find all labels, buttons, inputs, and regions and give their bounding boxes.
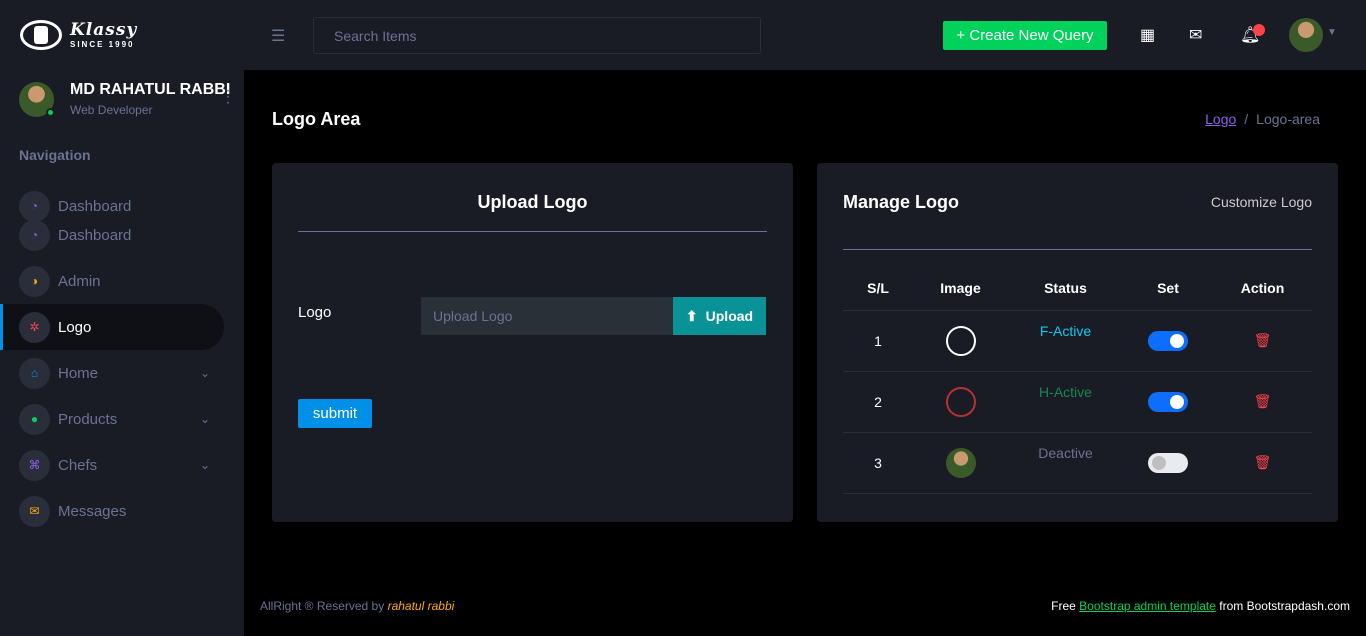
admin-icon: ◑: [19, 265, 50, 297]
chevron-down-icon: ⌄: [199, 412, 210, 426]
trash-icon[interactable]: 🗑︎: [1254, 393, 1272, 409]
sidebar-item-admin[interactable]: ◑ Admin: [0, 258, 224, 304]
row-sl: 2: [843, 371, 913, 433]
notification-badge: [1253, 24, 1265, 36]
column-header-set: Set: [1123, 267, 1213, 311]
manage-logo-card: Manage Logo Customize Logo S/L Image Sta…: [817, 163, 1338, 522]
sidebar-item-label: Admin: [58, 272, 101, 290]
breadcrumb-current: Logo-area: [1256, 111, 1320, 127]
search-input[interactable]: [313, 17, 761, 54]
brand-since: SINCE 1990: [70, 39, 135, 49]
table-row: 1 F-Active 🗑︎: [843, 310, 1312, 372]
column-header-sl: S/L: [843, 267, 913, 311]
online-status-dot: [46, 108, 55, 117]
grid-icon[interactable]: ▦: [1140, 25, 1155, 45]
sidebar-item-label: Home: [58, 364, 99, 382]
sidebar-item-label: Products: [58, 410, 118, 428]
speedometer-icon: ◔: [19, 219, 50, 251]
chevron-down-icon: ⌄: [199, 458, 210, 472]
upload-button-label: Upload: [705, 308, 754, 324]
more-vertical-icon[interactable]: · · ·: [223, 83, 233, 111]
customize-logo-link[interactable]: Customize Logo: [1211, 194, 1312, 210]
sidebar-profile: MD RAHATUL RABBI Web Developer · · ·: [19, 81, 239, 122]
table-row: 3 Deactive 🗑︎: [843, 432, 1312, 494]
mail-icon[interactable]: ✉: [1189, 25, 1202, 45]
chefs-icon: ⌘: [19, 449, 50, 481]
sidebar-item-dashboard-2[interactable]: ◔ Dashboard: [0, 212, 224, 258]
row-sl: 3: [843, 432, 913, 494]
sidebar-item-chefs[interactable]: ⌘ Chefs ⌄: [0, 442, 224, 488]
sidebar-item-label: Dashboard: [58, 226, 132, 244]
sidebar-item-label: Chefs: [58, 456, 98, 474]
upload-logo-title: Upload Logo: [477, 192, 588, 212]
manage-logo-title: Manage Logo: [843, 192, 959, 212]
upload-button[interactable]: ⬆ Upload: [673, 297, 766, 335]
brand[interactable]: Klassy SINCE 1990: [0, 0, 244, 70]
menu-toggle-icon[interactable]: ☰: [271, 26, 285, 46]
trash-icon[interactable]: 🗑︎: [1254, 454, 1272, 470]
profile-role: Web Developer: [70, 103, 153, 117]
footer-copyright: AllRight ® Reserved by rahatul rabbi: [260, 599, 454, 613]
topbar: ☰ + Create New Query ▦ ✉ 🔔︎ ▼: [244, 0, 1366, 70]
footer-copyright-text: AllRight ® Reserved by: [260, 599, 385, 613]
footer-credit-prefix: Free: [1051, 599, 1076, 613]
upload-icon: ⬆: [685, 307, 698, 324]
table-row: 2 H-Active 🗑︎: [843, 371, 1312, 433]
logo-table: S/L Image Status Set Action 1 F-Active 🗑…: [843, 267, 1312, 494]
user-avatar[interactable]: [1289, 18, 1323, 52]
chevron-down-icon: ⌄: [199, 366, 210, 380]
breadcrumb-separator: /: [1244, 111, 1249, 127]
brand-name: Klassy: [70, 19, 138, 40]
logo-field-label: Logo: [298, 304, 332, 321]
status-text: H-Active: [1039, 383, 1092, 400]
create-new-query-button[interactable]: + Create New Query: [943, 21, 1107, 50]
profile-name: MD RAHATUL RABBI: [70, 81, 231, 98]
submit-button[interactable]: submit: [298, 399, 372, 428]
sidebar-item-logo[interactable]: ✲ Logo: [0, 304, 224, 350]
footer-author: rahatul rabbi: [387, 599, 455, 613]
row-sl: 1: [843, 310, 913, 372]
logo-thumbnail: [945, 325, 976, 356]
column-header-action: Action: [1213, 267, 1312, 311]
table-header-row: S/L Image Status Set Action: [843, 267, 1312, 311]
trash-icon[interactable]: 🗑︎: [1254, 332, 1272, 348]
sidebar-item-label: Logo: [58, 318, 92, 336]
logo-thumbnail: [945, 447, 976, 478]
logo-icon: ✲: [19, 311, 50, 343]
status-text: F-Active: [1039, 322, 1092, 339]
footer-credit: Free Bootstrap admin template from Boots…: [1051, 599, 1350, 613]
footer-credit-suffix: from Bootstrapdash.com: [1219, 599, 1350, 613]
products-icon: ●: [19, 403, 50, 435]
status-text: Deactive: [1038, 444, 1093, 461]
footer-template-link[interactable]: Bootstrap admin template: [1079, 599, 1216, 613]
sidebar-item-home[interactable]: ⌂ Home ⌄: [0, 350, 224, 396]
sidebar: Klassy SINCE 1990 MD RAHATUL RABBI Web D…: [0, 0, 244, 636]
divider: [843, 249, 1312, 250]
breadcrumb-link-logo[interactable]: Logo: [1205, 111, 1236, 127]
brand-mark-icon: [20, 20, 62, 50]
avatar: [19, 82, 55, 117]
column-header-image: Image: [913, 267, 1008, 311]
set-toggle[interactable]: [1148, 330, 1188, 351]
messages-icon: ✉: [19, 495, 50, 527]
column-header-status: Status: [1008, 267, 1123, 311]
page-title: Logo Area: [272, 109, 361, 129]
caret-down-icon[interactable]: ▼: [1327, 27, 1337, 38]
divider: [298, 231, 767, 232]
nav-heading: Navigation: [19, 147, 91, 163]
set-toggle[interactable]: [1148, 452, 1188, 473]
breadcrumb: Logo / Logo-area: [1205, 111, 1320, 127]
home-icon: ⌂: [19, 357, 50, 389]
brand-logo[interactable]: Klassy SINCE 1990: [20, 20, 137, 50]
sidebar-item-label: Messages: [58, 502, 127, 520]
upload-logo-card: Upload Logo Logo ⬆ Upload submit: [272, 163, 793, 522]
logo-thumbnail: [945, 386, 976, 417]
sidebar-item-products[interactable]: ● Products ⌄: [0, 396, 224, 442]
set-toggle[interactable]: [1148, 391, 1188, 412]
upload-logo-input[interactable]: [421, 297, 674, 335]
sidebar-item-messages[interactable]: ✉ Messages: [0, 488, 224, 534]
